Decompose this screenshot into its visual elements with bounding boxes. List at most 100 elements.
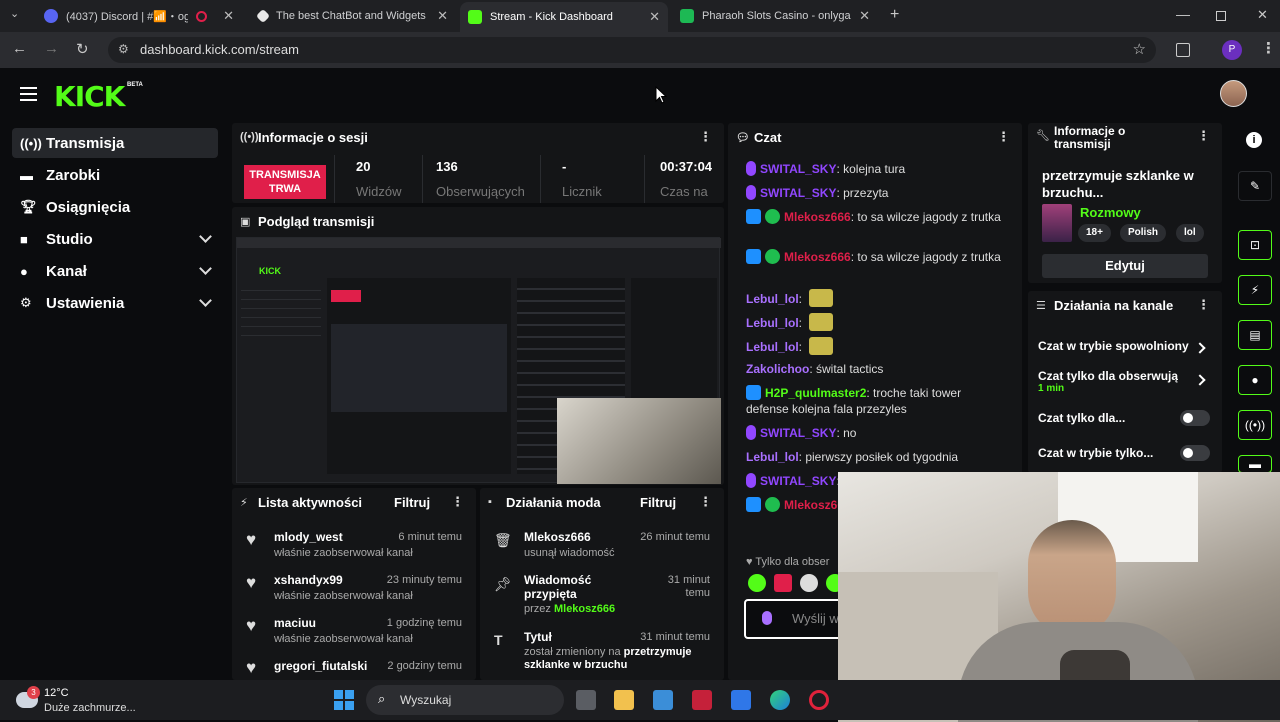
kebab-menu-icon[interactable]: ⋮ — [997, 129, 1010, 145]
filter-button[interactable]: Filtruj — [640, 495, 676, 510]
document-icon[interactable]: ▤ — [1238, 320, 1272, 350]
chat-username[interactable]: Mlekosz666 — [784, 210, 851, 224]
slow-mode-row[interactable]: Czat w trybie spowolniony — [1038, 339, 1189, 353]
kebab-menu-icon[interactable]: ⋮ — [451, 494, 464, 510]
tab-casino[interactable]: Pharaoh Slots Casino - onlygam ✕ — [672, 4, 878, 28]
task-view-icon[interactable] — [576, 690, 596, 710]
bolt-icon[interactable]: ⚡︎ — [1238, 275, 1272, 305]
emote-only-row: Czat w trybie tylko... — [1038, 446, 1154, 460]
camera-icon[interactable]: ▬ — [1238, 455, 1272, 473]
chat-username[interactable]: SWITAL_SKY — [760, 426, 836, 440]
emote-icon[interactable] — [748, 574, 766, 592]
kebab-menu-icon[interactable]: ⋮ — [699, 494, 712, 510]
close-tab-icon[interactable]: ✕ — [437, 8, 448, 24]
activity-user[interactable]: mlody_west — [274, 530, 343, 544]
edit-pencil-icon[interactable]: ✎ — [1238, 171, 1272, 201]
sidebar-item-transmisja[interactable]: ((•)) Transmisja — [12, 128, 218, 158]
profile-avatar[interactable]: P — [1222, 40, 1242, 60]
tab-search-icon[interactable]: ⌄ — [10, 7, 19, 20]
chat-username[interactable]: H2P_quulmaster2 — [765, 386, 866, 400]
mcafee-icon[interactable] — [692, 690, 712, 710]
kebab-menu-icon[interactable]: ⋮ — [1197, 297, 1210, 313]
user-avatar[interactable] — [1220, 80, 1247, 107]
stream-preview-video[interactable]: KICK — [236, 237, 721, 484]
kebab-menu-icon[interactable]: ⋮ — [1197, 128, 1210, 144]
info-icon[interactable]: i — [1246, 132, 1262, 148]
dropbox-icon[interactable] — [731, 690, 751, 710]
chat-username[interactable]: SWITAL_SKY — [760, 186, 836, 200]
close-tab-icon[interactable]: ✕ — [223, 8, 234, 24]
maximize-icon[interactable] — [1216, 11, 1226, 21]
edit-button[interactable]: Edytuj — [1042, 254, 1208, 278]
tab-discord[interactable]: (4037) Discord | #📶・ogólny ✕ — [36, 4, 242, 28]
mod-action-user[interactable]: Mlekosz666 — [554, 603, 615, 615]
browser-menu-icon[interactable]: ⋮ — [1261, 39, 1276, 57]
sidebar-item-osiagniecia[interactable]: 🏆︎ Osiągnięcia — [12, 192, 218, 222]
tag-chip[interactable]: Polish — [1120, 224, 1167, 242]
emote-icon[interactable] — [800, 574, 818, 592]
activity-user[interactable]: gregori_fiutalski — [274, 659, 367, 673]
chatbot-icon — [255, 8, 271, 24]
opera-browser-icon[interactable] — [809, 690, 829, 710]
chat-username[interactable]: Lebul_lol — [746, 340, 799, 354]
chevron-right-icon[interactable] — [1194, 374, 1206, 386]
back-icon[interactable]: ← — [12, 40, 27, 57]
weather-alert-badge: 3 — [27, 686, 40, 699]
emote-icon[interactable] — [774, 574, 792, 592]
activity-time: 2 godziny temu — [387, 660, 462, 672]
sidebar-item-studio[interactable]: ■ Studio — [12, 224, 218, 254]
category-link[interactable]: Rozmowy — [1080, 205, 1141, 220]
taskbar-search-box[interactable]: ⌕ Wyszukaj — [366, 685, 564, 715]
chat-username[interactable]: SWITAL_SKY — [760, 474, 836, 488]
category-thumbnail[interactable] — [1042, 204, 1072, 242]
chat-username[interactable]: Lebul_lol — [746, 292, 799, 306]
site-info-icon[interactable]: ⚙ — [118, 42, 129, 56]
activity-user[interactable]: maciuu — [274, 616, 316, 630]
file-explorer-icon[interactable] — [614, 690, 634, 710]
close-tab-icon[interactable]: ✕ — [859, 8, 870, 24]
broadcast-icon[interactable]: ((•)) — [1238, 410, 1272, 440]
url-field[interactable]: ⚙ dashboard.kick.com/stream ☆ — [108, 37, 1156, 63]
weather-temperature[interactable]: 12°C — [44, 687, 69, 699]
sidebar-item-ustawienia[interactable]: ⚙ Ustawienia — [12, 288, 218, 318]
close-window-icon[interactable]: ✕ — [1257, 7, 1268, 23]
chat-username[interactable]: SWITAL_SKY — [760, 162, 836, 176]
heart-icon: ♥ — [746, 556, 756, 568]
toggle-switch[interactable] — [1180, 410, 1210, 426]
chat-username[interactable]: Zakolichoo — [746, 362, 809, 376]
chat-username[interactable]: Lebul_lol — [746, 316, 799, 330]
tab-chatbot[interactable]: The best ChatBot and Widgets ✕ — [250, 4, 456, 28]
toggle-switch[interactable] — [1180, 445, 1210, 461]
chat-username[interactable]: Lebul_lol — [746, 450, 799, 464]
stat-label: Licznik — [562, 184, 602, 199]
windows-start-icon[interactable] — [334, 690, 354, 710]
hamburger-menu-icon[interactable] — [20, 87, 37, 101]
close-tab-icon[interactable]: ✕ — [649, 9, 660, 25]
mod-action-title[interactable]: Mlekosz666 — [524, 530, 591, 544]
minimize-icon[interactable]: — — [1176, 6, 1190, 22]
chevron-right-icon[interactable] — [1194, 342, 1206, 354]
followers-only-row[interactable]: Czat tylko dla obserwując — [1038, 369, 1178, 383]
bookmark-star-icon[interactable]: ☆ — [1133, 40, 1146, 58]
edge-browser-icon[interactable] — [770, 690, 790, 710]
kick-logo[interactable]: KICK — [54, 80, 125, 113]
new-tab-button[interactable]: + — [890, 6, 899, 24]
tag-chip[interactable]: 18+ — [1078, 224, 1111, 242]
reload-icon[interactable]: ↻ — [76, 40, 89, 58]
microsoft-store-icon[interactable] — [653, 690, 673, 710]
chat-text: śwital tactics — [816, 362, 884, 376]
chat-username[interactable]: Mlekosz666 — [784, 250, 851, 264]
weather-description[interactable]: Duże zachmurze... — [44, 702, 136, 714]
chat-bubble-icon[interactable]: ● — [1238, 365, 1272, 395]
sidebar-item-kanal[interactable]: ● Kanał — [12, 256, 218, 286]
filter-button[interactable]: Filtruj — [394, 495, 430, 510]
sidebar-item-zarobki[interactable]: ▬ Zarobki — [12, 160, 218, 190]
kebab-menu-icon[interactable]: ⋮ — [699, 129, 712, 145]
tab-kick-dashboard[interactable]: Stream - Kick Dashboard ✕ — [460, 2, 668, 32]
tag-chip[interactable]: lol — [1176, 224, 1204, 242]
extensions-icon[interactable] — [1176, 43, 1190, 57]
tab-title: Pharaoh Slots Casino - onlygam — [702, 10, 852, 22]
forward-icon[interactable]: → — [44, 40, 59, 57]
screen-capture-icon[interactable]: ⊡ — [1238, 230, 1272, 260]
activity-user[interactable]: xshandyx99 — [274, 573, 343, 587]
